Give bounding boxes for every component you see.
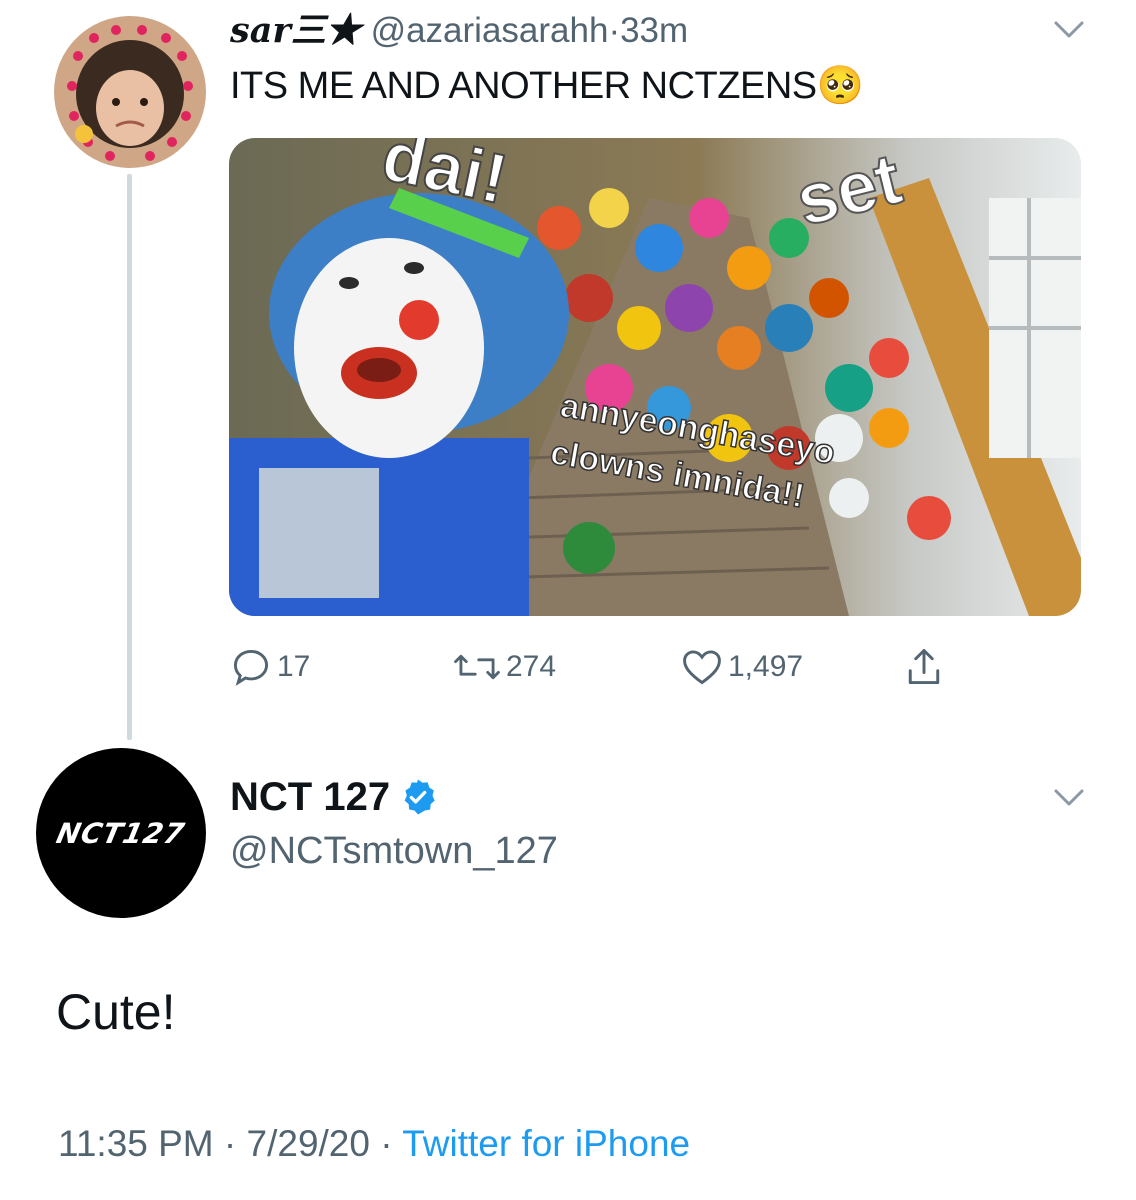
verified-badge-icon	[404, 779, 435, 815]
reply-author-line: sar三★ @azariasarahh·33m	[230, 8, 688, 54]
reply-media-image[interactable]: dai! set annyeonghaseyo clowns imnida!!	[229, 138, 1081, 616]
tweet-author-avatar[interactable]: NCT127	[36, 748, 206, 918]
retweet-button[interactable]: 274	[452, 645, 556, 689]
like-icon	[683, 650, 721, 685]
tweet-metadata: 11:35 PM · 7/29/20 · Twitter for iPhone	[58, 1120, 690, 1168]
share-icon	[908, 649, 940, 685]
tweet-date[interactable]: 7/29/20	[247, 1123, 370, 1164]
reply-display-name[interactable]: sar三★	[230, 10, 361, 51]
reply-handle[interactable]: @azariasarahh	[371, 11, 609, 50]
share-button[interactable]	[902, 645, 950, 689]
tweet-time[interactable]: 11:35 PM	[58, 1123, 214, 1164]
chevron-down-icon[interactable]	[1052, 16, 1086, 42]
reply-timestamp[interactable]: 33m	[620, 11, 688, 50]
like-count: 1,497	[728, 650, 804, 683]
separator-dot: ·	[223, 1123, 237, 1164]
pleading-face-emoji: 🥺	[816, 65, 864, 107]
tweet-handle[interactable]: @NCTsmtown_127	[230, 826, 558, 876]
like-button[interactable]: 1,497	[680, 645, 803, 689]
reply-icon	[233, 649, 269, 686]
tweet-text: Cute!	[56, 984, 176, 1040]
tweet-author-name[interactable]: NCT 127	[230, 772, 438, 822]
clown-meme-image: dai! set annyeonghaseyo clowns imnida!!	[229, 138, 1081, 616]
reply-text-body: ITS ME AND ANOTHER NCTZENS	[230, 65, 817, 107]
tweet-display-name: NCT 127	[230, 775, 391, 819]
avatar-photo	[54, 16, 206, 168]
retweet-icon	[454, 654, 500, 680]
reply-button[interactable]: 17	[229, 645, 310, 689]
thread-connector-line	[127, 174, 132, 740]
separator-dot: ·	[380, 1123, 393, 1164]
reply-count: 17	[277, 650, 311, 683]
separator-dot: ·	[608, 11, 621, 50]
chevron-down-icon[interactable]	[1052, 784, 1086, 810]
nct127-logo: NCT127	[53, 816, 189, 850]
tweet-source-link[interactable]: Twitter for iPhone	[402, 1123, 690, 1164]
reply-author-avatar[interactable]	[54, 16, 206, 168]
reply-text: ITS ME AND ANOTHER NCTZENS🥺	[230, 60, 864, 112]
retweet-count: 274	[506, 650, 557, 683]
